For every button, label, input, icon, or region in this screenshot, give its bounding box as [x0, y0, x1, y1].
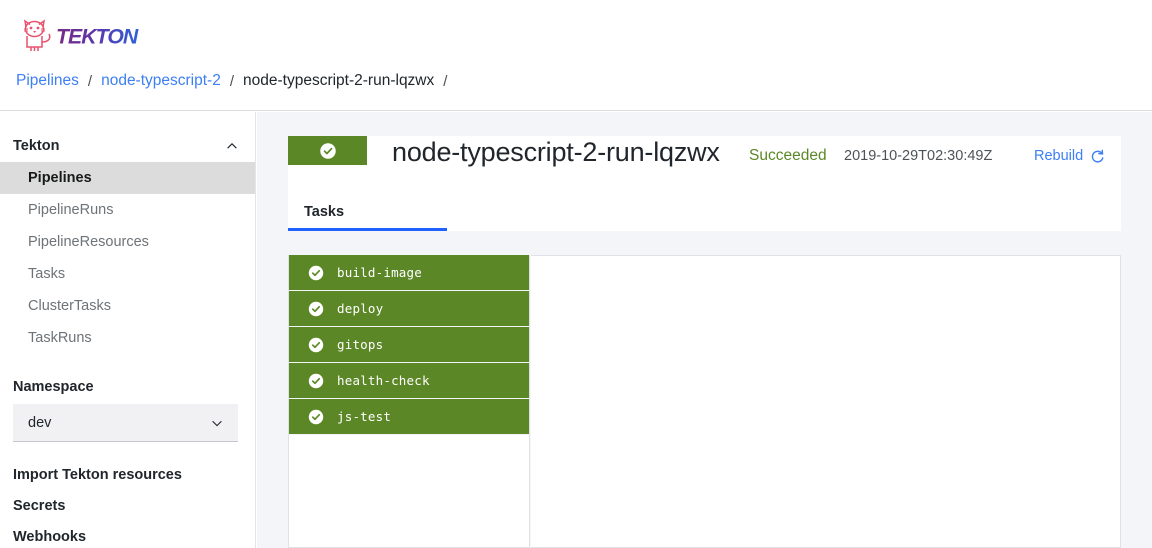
page-title: node-typescript-2-run-lqzwx	[392, 137, 720, 167]
check-circle-icon	[308, 409, 324, 424]
top-header-bar: TEKTON Pipelines / node-typescript-2 / n…	[0, 0, 1152, 111]
task-row[interactable]: build-image	[289, 255, 529, 291]
task-list-panel: build-image deploy gitops health-check j…	[288, 255, 530, 548]
sidebar-link-label: Secrets	[13, 497, 66, 514]
check-circle-icon	[308, 337, 324, 352]
run-timestamp: 2019-10-29T02:30:49Z	[844, 148, 993, 164]
sidebar-link-label: Webhooks	[13, 528, 87, 545]
sidebar-item-label: TaskRuns	[28, 330, 92, 346]
sidebar-item-label: ClusterTasks	[28, 298, 111, 314]
task-row[interactable]: health-check	[289, 363, 529, 399]
check-circle-icon	[308, 265, 324, 280]
sidebar-item-label: PipelineRuns	[28, 202, 114, 218]
breadcrumb: Pipelines / node-typescript-2 / node-typ…	[14, 72, 454, 90]
breadcrumb-separator-trailing: /	[443, 72, 448, 90]
sidebar-link-label: Import Tekton resources	[13, 466, 182, 483]
namespace-label: Namespace	[13, 379, 94, 395]
sidebar-section-label: Tekton	[13, 137, 60, 154]
task-detail-panel	[531, 255, 1121, 548]
run-header-card: node-typescript-2-run-lqzwx Succeeded 20…	[288, 136, 1121, 231]
sidebar-item-taskruns[interactable]: TaskRuns	[0, 322, 255, 354]
breadcrumb-item-pipelines[interactable]: Pipelines	[14, 72, 81, 90]
tab-bar: Tasks	[288, 198, 1121, 231]
restart-icon[interactable]	[1090, 149, 1105, 164]
run-header-row: node-typescript-2-run-lqzwx Succeeded 20…	[288, 136, 1121, 186]
check-circle-icon	[308, 373, 324, 388]
rebuild-label: Rebuild	[1034, 148, 1084, 164]
tekton-cat-icon	[23, 19, 51, 51]
sidebar-item-pipelines[interactable]: Pipelines	[0, 162, 255, 194]
breadcrumb-item-pipeline[interactable]: node-typescript-2	[99, 72, 223, 90]
task-name: health-check	[337, 373, 430, 388]
check-circle-icon	[319, 142, 336, 159]
chevron-down-icon[interactable]	[210, 416, 224, 430]
namespace-value: dev	[28, 414, 52, 431]
check-circle-icon	[308, 301, 324, 316]
breadcrumb-separator: /	[229, 72, 235, 90]
sidebar-item-label: PipelineResources	[28, 234, 149, 250]
sidebar-item-label: Tasks	[28, 266, 66, 282]
sidebar-item-pipelineruns[interactable]: PipelineRuns	[0, 194, 255, 226]
sidebar-item-label: Pipelines	[28, 170, 92, 186]
sidebar-item-clustertasks[interactable]: ClusterTasks	[0, 290, 255, 322]
task-row[interactable]: gitops	[289, 327, 529, 363]
task-row[interactable]: deploy	[289, 291, 529, 327]
sidebar-item-pipelineresources[interactable]: PipelineResources	[0, 226, 255, 258]
task-name: build-image	[337, 265, 422, 280]
sidebar: Tekton Pipelines PipelineRuns PipelineRe…	[0, 112, 256, 548]
task-name: js-test	[337, 409, 392, 424]
task-name: gitops	[337, 337, 384, 352]
tab-tasks[interactable]: Tasks	[288, 198, 447, 231]
main-content: node-typescript-2-run-lqzwx Succeeded 20…	[257, 112, 1152, 548]
chevron-up-icon[interactable]	[225, 139, 239, 153]
task-row[interactable]: js-test	[289, 399, 529, 435]
svg-text:TEKTON: TEKTON	[56, 25, 139, 48]
sidebar-link-import-tekton-resources[interactable]: Import Tekton resources	[0, 459, 255, 490]
run-status-badge	[288, 136, 367, 165]
breadcrumb-separator: /	[87, 72, 93, 90]
rebuild-button[interactable]: Rebuild	[1034, 148, 1105, 164]
status-badge: Succeeded	[749, 147, 827, 164]
sidebar-link-webhooks[interactable]: Webhooks	[0, 521, 255, 548]
namespace-select[interactable]: dev	[13, 404, 238, 442]
tekton-logo[interactable]: TEKTON	[20, 18, 167, 54]
tab-label: Tasks	[304, 204, 345, 220]
tekton-wordmark-icon: TEKTON	[56, 25, 140, 48]
sidebar-item-tasks[interactable]: Tasks	[0, 258, 255, 290]
breadcrumb-item-run: node-typescript-2-run-lqzwx	[243, 72, 435, 89]
sidebar-section-tekton[interactable]: Tekton	[0, 129, 255, 162]
task-name: deploy	[337, 301, 384, 316]
sidebar-link-secrets[interactable]: Secrets	[0, 490, 255, 521]
